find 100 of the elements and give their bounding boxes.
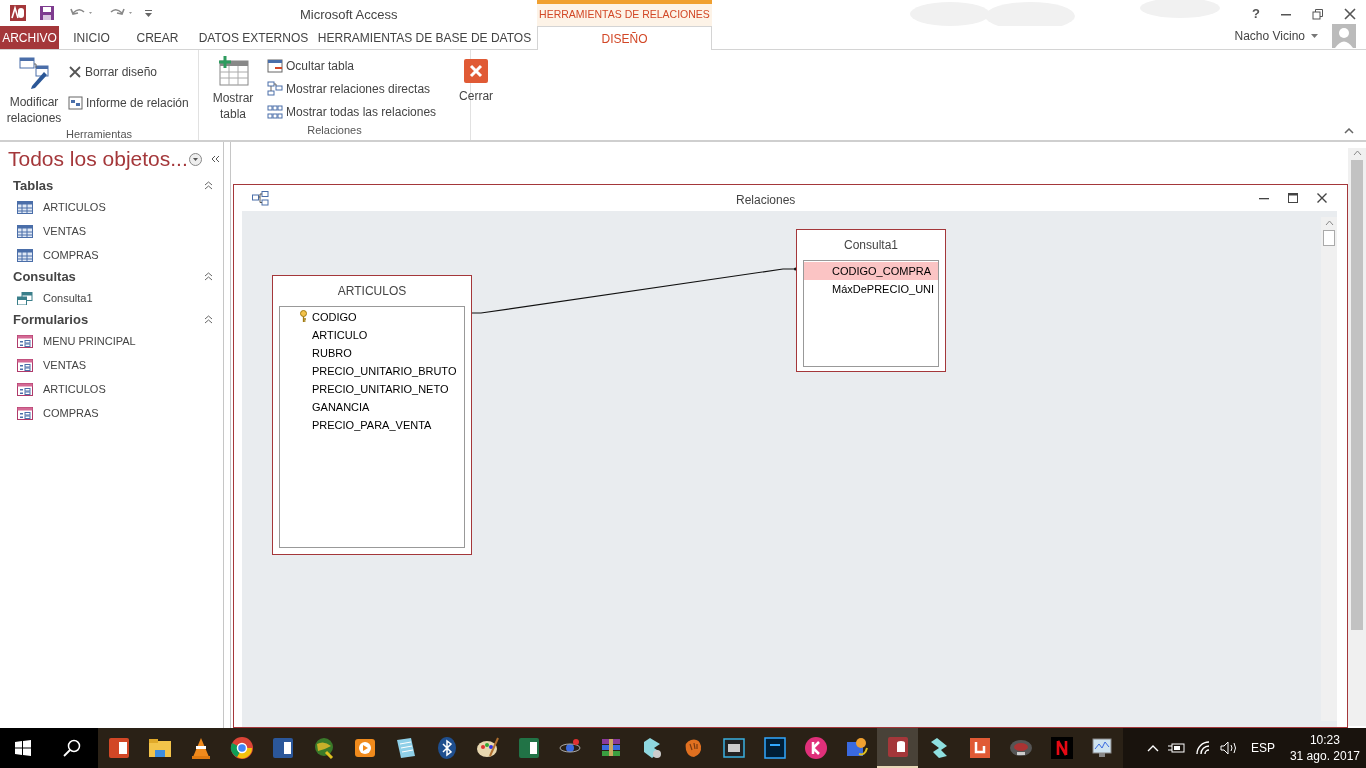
table-icon xyxy=(17,200,33,214)
volume-icon[interactable] xyxy=(1219,741,1238,755)
edit-relationships-icon xyxy=(18,56,50,90)
form-icon xyxy=(17,382,33,396)
customize-toolbar-icon[interactable] xyxy=(144,8,154,18)
app-logo-icon xyxy=(9,4,27,22)
ribbon-button[interactable]: Mostrar relaciones directas xyxy=(267,79,437,98)
restore-icon[interactable] xyxy=(1312,7,1324,20)
ribbon-tab[interactable]: CREAR xyxy=(124,26,191,49)
scrollbar-thumb[interactable] xyxy=(1323,230,1335,246)
dropdown-caret-icon xyxy=(1311,34,1318,38)
ribbon-tab[interactable]: DATOS EXTERNOS xyxy=(191,26,316,49)
start-icon[interactable] xyxy=(15,740,31,756)
collapse-group-icon[interactable] xyxy=(204,315,213,324)
media-player-icon[interactable] xyxy=(352,736,377,760)
ribbon-tab[interactable]: HERRAMIENTAS DE BASE DE DATOS xyxy=(316,26,533,49)
table-title: ARTICULOS xyxy=(336,283,408,300)
field-item[interactable]: MáxDePRECIO_UNI xyxy=(804,280,938,298)
ribbon-button[interactable]: Cerrar xyxy=(446,54,507,104)
ribbon-tab[interactable]: ARCHIVO xyxy=(0,26,59,49)
field-item[interactable]: ARTICULO xyxy=(280,326,464,344)
navigation-item[interactable]: COMPRAS xyxy=(8,243,217,267)
search-icon[interactable] xyxy=(63,739,81,757)
close-icon[interactable] xyxy=(1317,193,1327,203)
report-icon xyxy=(68,95,83,110)
field-item[interactable]: CODIGO xyxy=(280,308,464,326)
field-item[interactable]: CODIGO_COMPRA xyxy=(804,262,938,280)
database-app-icon[interactable] xyxy=(885,735,910,759)
table-field-list[interactable]: ARTICULOS CODIGO ARTICULO RUBRO PRECIO_UNITARIO_BRUTO PRECIO_UNITARIO_NETO GANANCIA PRECIO_PARA_VENTA xyxy=(272,275,472,555)
ribbon-button[interactable]: Mostrar tabla xyxy=(203,54,263,122)
table-title: Consulta1 xyxy=(842,237,899,254)
help-button[interactable]: ? xyxy=(1252,4,1260,24)
ribbon-button[interactable]: Ocultar tabla xyxy=(267,56,437,75)
ribbon-group-label: Relaciones xyxy=(306,123,363,138)
navigation-item[interactable]: VENTAS xyxy=(8,219,217,243)
field-item[interactable]: PRECIO_UNITARIO_NETO xyxy=(280,380,464,398)
navigation-item[interactable]: MENU PRINCIPAL xyxy=(8,329,217,353)
presentation-app-icon[interactable] xyxy=(106,736,131,760)
field-item[interactable]: GANANCIA xyxy=(280,398,464,416)
collapse-pane-icon[interactable] xyxy=(209,155,220,163)
save-icon[interactable] xyxy=(39,5,55,21)
folder-icon[interactable] xyxy=(147,736,172,760)
ribbon-button[interactable]: Modificar relaciones xyxy=(4,54,64,126)
spreadsheet-app-icon[interactable] xyxy=(516,736,541,760)
navigation-pane-title: Todos los objetos... xyxy=(8,146,188,173)
document-viewer-icon[interactable] xyxy=(967,736,992,760)
window-title: Microsoft Access xyxy=(300,6,398,24)
direct-relationships-icon xyxy=(267,81,283,96)
monitor-icon[interactable] xyxy=(1090,736,1115,760)
battery-icon[interactable] xyxy=(1167,742,1186,754)
navigation-item[interactable]: COMPRAS xyxy=(8,401,217,425)
clock-time[interactable]: 10:23 xyxy=(1309,732,1340,748)
dropdown-icon[interactable] xyxy=(188,152,202,166)
maximize-icon[interactable] xyxy=(1288,193,1298,203)
ribbon-button[interactable]: Mostrar todas las relaciones xyxy=(267,102,437,121)
navigation-item[interactable]: VENTAS xyxy=(8,353,217,377)
ribbon-button[interactable]: Borrar diseño xyxy=(68,62,189,81)
form-icon xyxy=(17,358,33,372)
close-icon[interactable] xyxy=(1344,7,1356,20)
form-icon xyxy=(17,334,33,348)
hide-table-icon xyxy=(267,58,283,73)
ribbon-group-label: Herramientas xyxy=(65,127,133,142)
table-field-list[interactable]: Consulta1 CODIGO_COMPRA MáxDePRECIO_UNI xyxy=(796,229,946,372)
scroll-up-icon[interactable] xyxy=(1352,150,1362,156)
show-hidden-icons-icon[interactable] xyxy=(1146,744,1159,752)
collapse-ribbon-icon[interactable] xyxy=(1344,128,1354,134)
streaming-app-icon[interactable] xyxy=(1049,736,1074,760)
round-app-icon[interactable] xyxy=(803,736,828,760)
avatar-icon xyxy=(1332,24,1356,48)
add-table-icon xyxy=(217,56,249,86)
close-icon xyxy=(463,58,490,84)
clock-date[interactable]: 31 ago. 2017 xyxy=(1289,748,1360,764)
document-title: Relaciones xyxy=(736,192,796,209)
image-editor-icon[interactable] xyxy=(762,736,787,760)
language-indicator[interactable]: ESP xyxy=(1250,739,1275,757)
document-app-icon[interactable] xyxy=(270,736,295,760)
group-header[interactable]: Consultas xyxy=(13,266,76,287)
navigation-item[interactable]: Consulta1 xyxy=(8,286,217,310)
user-name[interactable]: Nacho Vicino xyxy=(1234,27,1305,45)
clear-layout-icon xyxy=(68,64,82,79)
field-item[interactable]: RUBRO xyxy=(280,344,464,362)
film-icon[interactable] xyxy=(721,736,746,760)
collapse-group-icon[interactable] xyxy=(204,181,213,190)
collapse-group-icon[interactable] xyxy=(204,272,213,281)
browser-icon[interactable] xyxy=(229,736,254,760)
scrollbar-thumb[interactable] xyxy=(1351,160,1363,630)
palette-icon[interactable] xyxy=(475,736,500,760)
form-icon xyxy=(17,406,33,420)
group-header[interactable]: Tablas xyxy=(13,175,54,196)
ribbon-button[interactable]: Informe de relación xyxy=(68,93,189,112)
field-item[interactable]: PRECIO_PARA_VENTA xyxy=(280,416,464,434)
navigation-item[interactable]: ARTICULOS xyxy=(8,377,217,401)
scroll-up-icon[interactable] xyxy=(1324,220,1334,226)
navigation-item[interactable]: ARTICULOS xyxy=(8,195,217,219)
group-header[interactable]: Formularios xyxy=(13,309,89,330)
wifi-icon[interactable] xyxy=(1194,741,1211,755)
ribbon-tab[interactable]: DISEÑO xyxy=(537,26,712,50)
relationships-icon xyxy=(252,190,269,206)
ribbon-tab[interactable]: INICIO xyxy=(59,26,124,49)
field-item[interactable]: PRECIO_UNITARIO_BRUTO xyxy=(280,362,464,380)
